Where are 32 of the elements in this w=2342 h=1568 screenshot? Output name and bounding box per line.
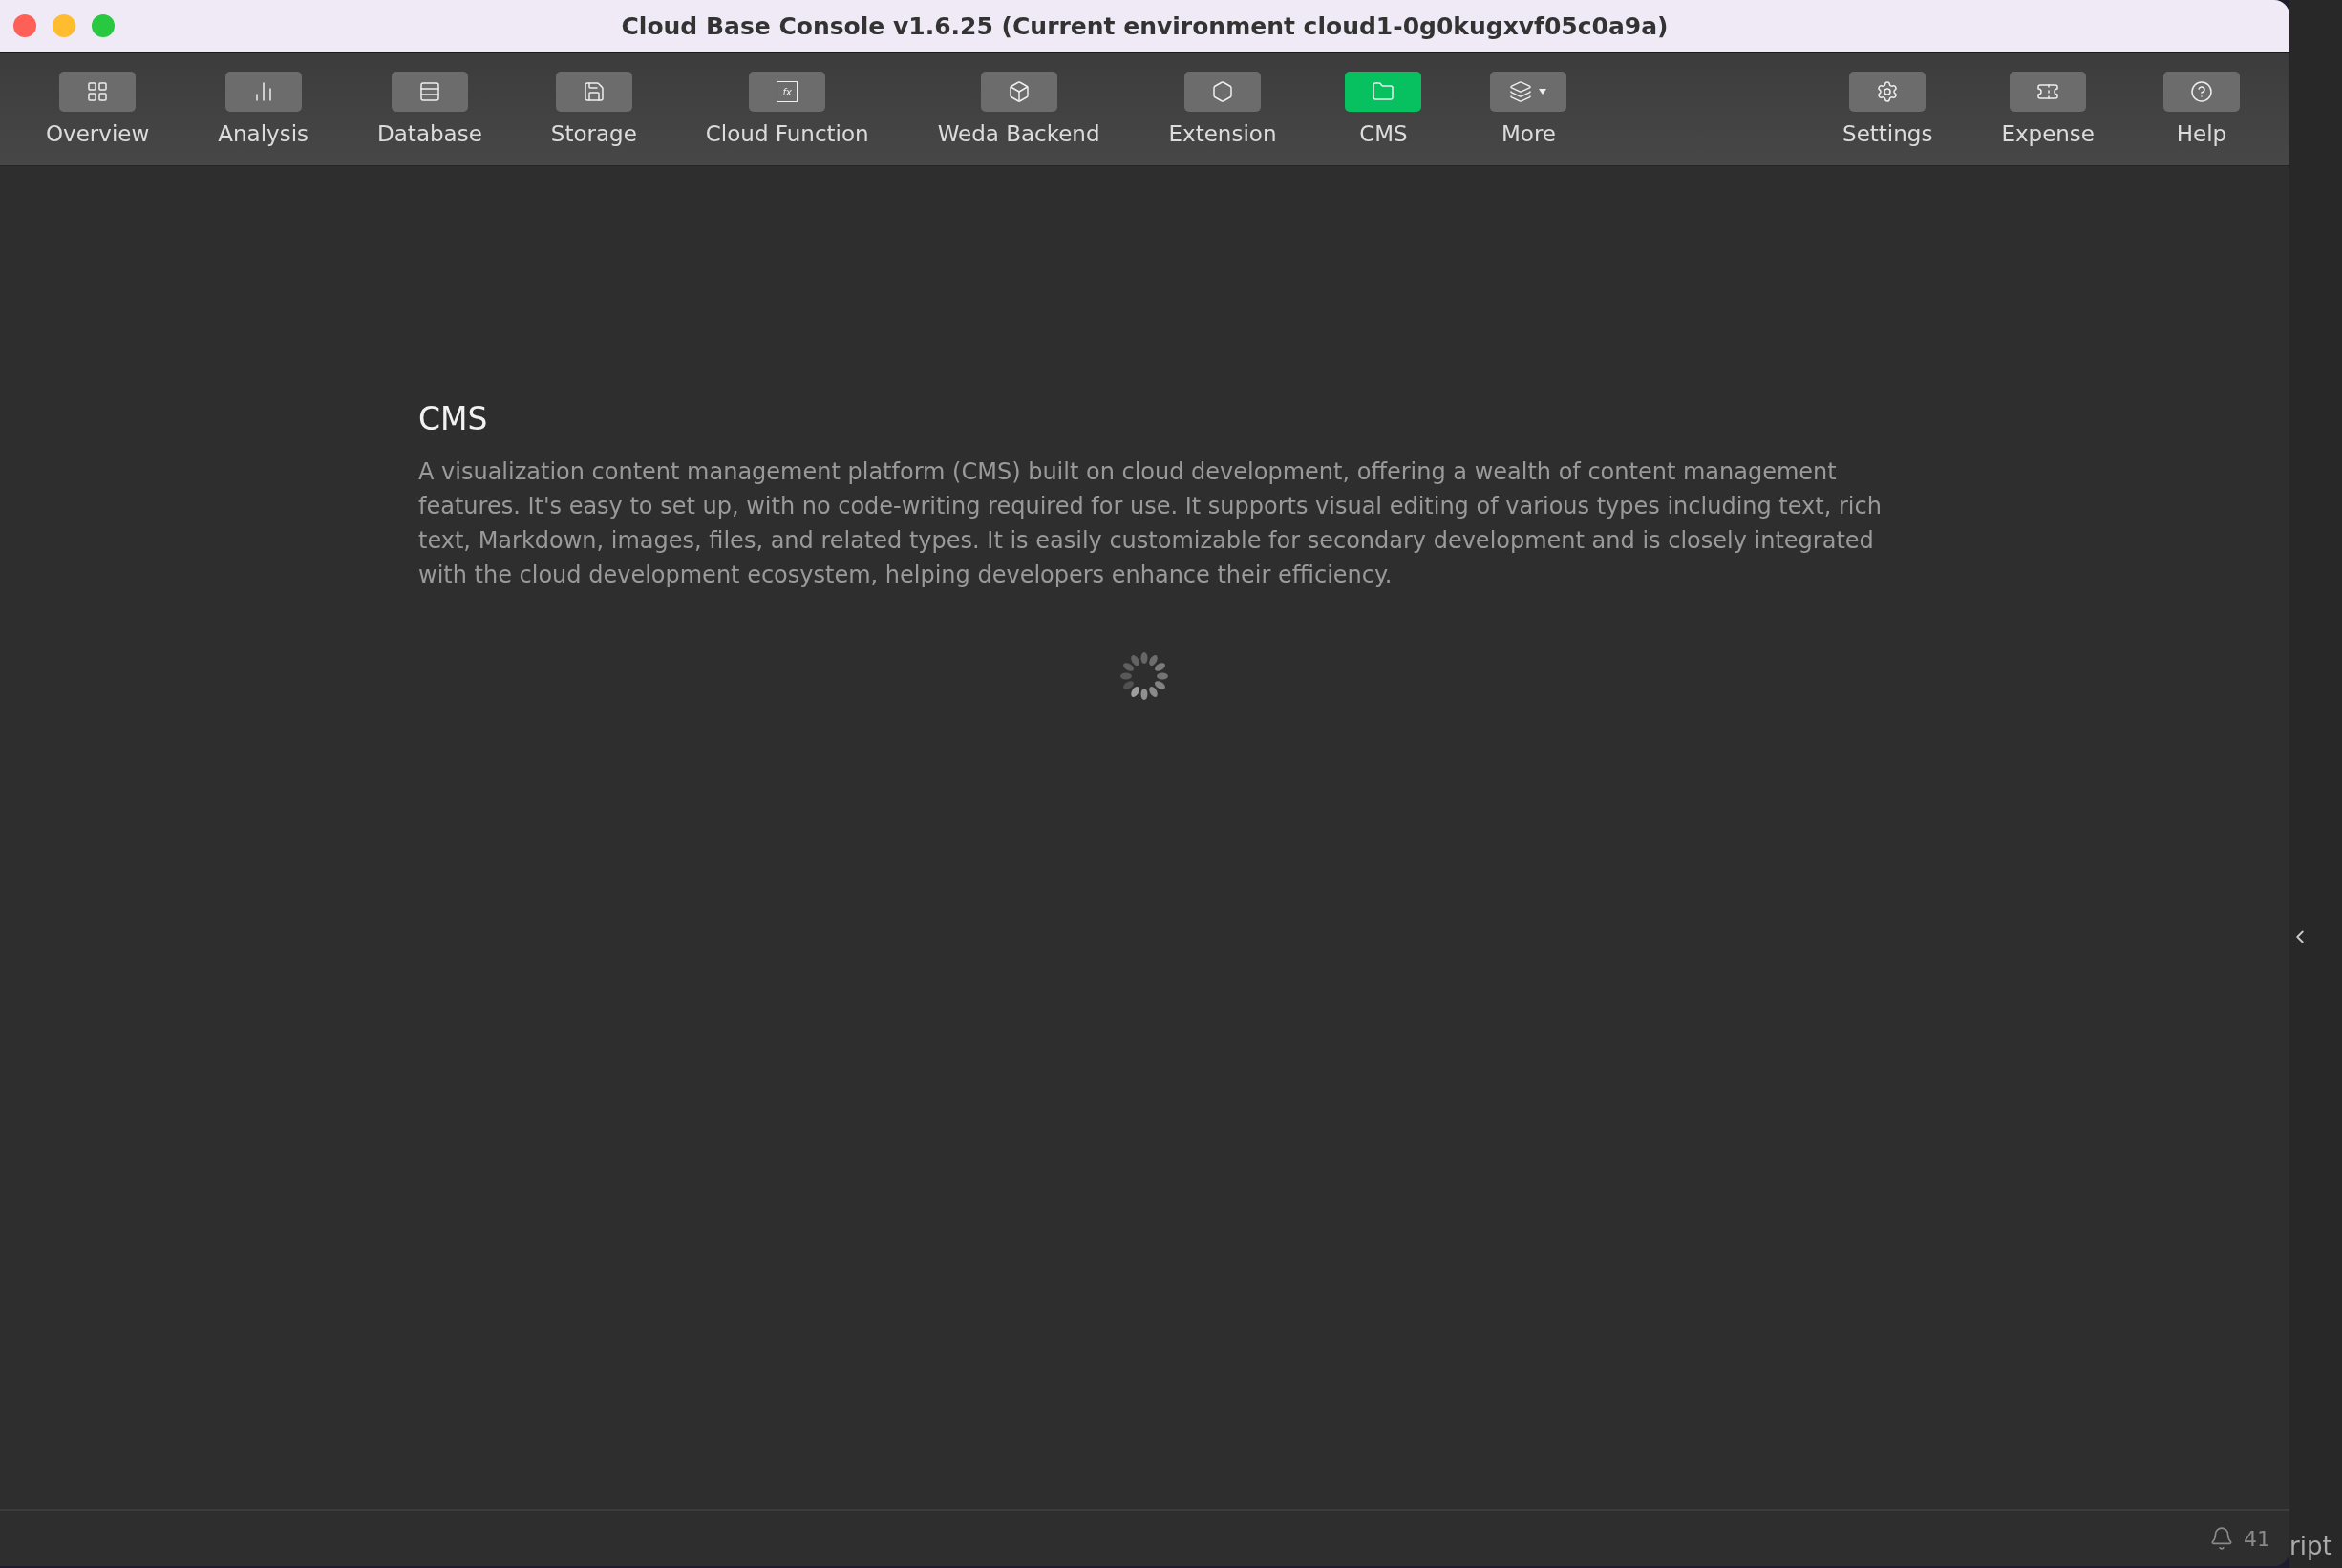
zoom-button[interactable]: [92, 14, 115, 37]
toolbar-tab[interactable]: Overview: [34, 72, 161, 146]
tool-icon: [1876, 80, 1900, 103]
toolbar-tab[interactable]: Extension: [1157, 72, 1288, 146]
toolbar-tab[interactable]: Database: [366, 72, 494, 146]
tool-icon: [1509, 80, 1533, 103]
background-window-text: ript: [2289, 1532, 2332, 1560]
toolbar-tab[interactable]: Analysis: [206, 72, 321, 146]
toolbar-tab[interactable]: Expense: [1990, 72, 2106, 146]
tool-icon: [1211, 80, 1234, 103]
bell-icon[interactable]: [2209, 1526, 2234, 1551]
toolbar-tab[interactable]: Help: [2152, 72, 2251, 146]
toolbar-tab[interactable]: CMS: [1333, 72, 1434, 146]
toolbar-tab[interactable]: More: [1479, 72, 1579, 146]
loading-spinner-icon: [1119, 651, 1169, 701]
tool-icon: [2190, 80, 2213, 103]
notification-count: 41: [2244, 1526, 2270, 1551]
tool-icon: [417, 80, 441, 103]
tool-icon: [582, 80, 606, 103]
close-button[interactable]: [13, 14, 36, 37]
tool-icon: [86, 80, 110, 103]
tool-icon: [1007, 80, 1031, 103]
tool-icon: [1372, 80, 1395, 103]
function-icon: fx: [777, 81, 798, 102]
toolbar-tab[interactable]: fx Cloud Function: [693, 72, 881, 146]
window-title: Cloud Base Console v1.6.25 (Current environment cloud1-0g0kugxvf05c0a9a): [621, 11, 1669, 40]
page-title: CMS: [418, 400, 489, 437]
toolbar-tab[interactable]: Storage: [539, 72, 649, 146]
minimize-button[interactable]: [53, 14, 75, 37]
toolbar-tab[interactable]: Weda Backend: [926, 72, 1112, 146]
page-description: A visualization content management platform (CMS) built on cloud development, offering a wealth of content management features. It's easy to set up, with no code-writing required for use. It supports visual editing of various types including text, rich text, Markdown, images, files, and related types. It is easily customizable for secondary development and is closely integrated with the cloud development ecosystem, helping developers enhance their efficiency.: [418, 457, 1883, 590]
toolbar-tab[interactable]: Settings: [1831, 72, 1945, 146]
